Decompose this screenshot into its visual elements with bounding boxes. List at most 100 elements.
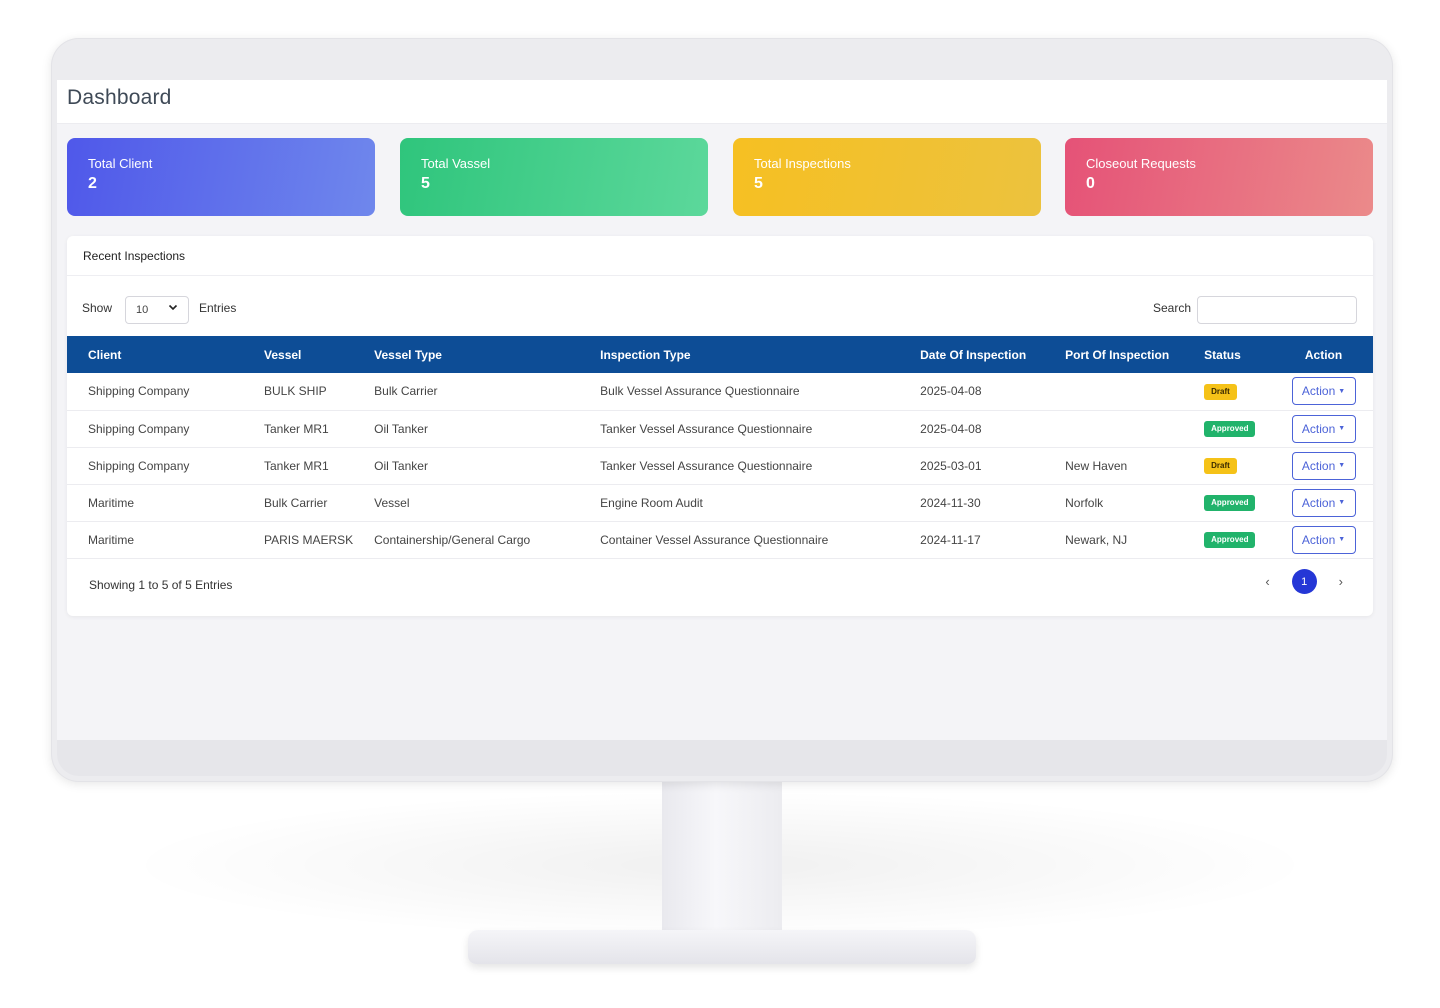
panel-title: Recent Inspections bbox=[67, 236, 1373, 276]
cell-action: Action ▼ bbox=[1274, 484, 1373, 521]
stat-card-closeout-requests[interactable]: Closeout Requests 0 bbox=[1065, 138, 1373, 216]
cell-date: 2025-04-08 bbox=[920, 384, 982, 399]
cell-action: Action ▼ bbox=[1274, 521, 1373, 558]
stat-value: 2 bbox=[88, 175, 97, 192]
stat-value: 5 bbox=[754, 175, 763, 192]
page-button-current[interactable]: 1 bbox=[1291, 569, 1317, 594]
caret-down-icon: ▼ bbox=[1338, 536, 1346, 543]
cell-port bbox=[1044, 373, 1183, 410]
search-input[interactable] bbox=[1197, 296, 1357, 324]
cell-date: 2024-11-17 bbox=[920, 532, 981, 547]
cell-inspection-type: Tanker Vessel Assurance Questionnaire bbox=[600, 458, 813, 473]
column-header-date[interactable]: Date Of Inspection bbox=[899, 336, 1044, 373]
caret-down-icon: ▼ bbox=[1338, 499, 1346, 506]
cell-vessel: PARIS MAERSK bbox=[264, 532, 354, 547]
cell-date: 2025-03-01 bbox=[920, 458, 982, 473]
entries-select-value: 10 bbox=[136, 304, 149, 316]
cell-client: Shipping Company bbox=[88, 421, 190, 436]
cell-date: 2024-11-30 bbox=[920, 495, 981, 510]
chevron-right-icon[interactable]: › bbox=[1339, 574, 1343, 589]
stat-card-total-inspections[interactable]: Total Inspections 5 bbox=[733, 138, 1041, 216]
cell-port: Norfolk bbox=[1065, 495, 1104, 510]
action-label: Action bbox=[1301, 384, 1336, 399]
search-label: Search bbox=[1152, 301, 1191, 315]
column-header-port[interactable]: Port Of Inspection bbox=[1044, 336, 1183, 373]
inspections-table: Client Vessel Vessel Type Inspection Typ… bbox=[67, 336, 1373, 559]
status-badge: Draft bbox=[1204, 458, 1237, 474]
status-badge: Approved bbox=[1204, 421, 1256, 437]
pagination-info: Showing 1 to 5 of 5 Entries bbox=[89, 578, 233, 592]
cell-vessel: Tanker MR1 bbox=[264, 421, 329, 436]
stat-value: 0 bbox=[1086, 175, 1095, 192]
page-header: Dashboard bbox=[57, 80, 1387, 124]
caret-down-icon: ▼ bbox=[1338, 462, 1346, 469]
stat-label: Total Inspections bbox=[754, 156, 851, 171]
action-label: Action bbox=[1301, 495, 1336, 510]
cell-client: Maritime bbox=[88, 532, 135, 547]
status-badge: Approved bbox=[1204, 532, 1256, 548]
table-row: Shipping Company Tanker MR1 Oil Tanker T… bbox=[67, 410, 1373, 447]
cell-port bbox=[1044, 410, 1183, 447]
cell-action: Action ▼ bbox=[1274, 373, 1373, 410]
cell-vessel: Tanker MR1 bbox=[264, 458, 329, 473]
column-header-client[interactable]: Client bbox=[67, 336, 243, 373]
cell-vessel: Bulk Carrier bbox=[264, 495, 328, 510]
cell-vessel-type: Containership/General Cargo bbox=[374, 532, 531, 547]
caret-down-icon: ▼ bbox=[1338, 425, 1346, 432]
monitor-chin bbox=[57, 740, 1387, 776]
action-dropdown-button[interactable]: Action ▼ bbox=[1291, 451, 1356, 480]
entries-per-page-select[interactable]: 10 bbox=[125, 296, 189, 324]
stat-card-total-client[interactable]: Total Client 2 bbox=[67, 138, 375, 216]
action-dropdown-button[interactable]: Action ▼ bbox=[1291, 414, 1356, 443]
cell-status: Draft bbox=[1183, 373, 1274, 410]
pagination: ‹ 1 › bbox=[1265, 569, 1343, 594]
status-badge: Draft bbox=[1204, 383, 1237, 400]
page-title: Dashboard bbox=[67, 86, 172, 109]
stat-label: Total Client bbox=[88, 156, 153, 171]
cell-vessel-type: Oil Tanker bbox=[374, 458, 428, 473]
column-header-status[interactable]: Status bbox=[1183, 336, 1274, 373]
chevron-left-icon[interactable]: ‹ bbox=[1265, 574, 1269, 589]
monitor-frame: Dashboard Total Client 2 Total Vassel 5 … bbox=[51, 38, 1393, 782]
cell-status: Approved bbox=[1183, 521, 1274, 558]
action-label: Action bbox=[1301, 458, 1336, 473]
cell-inspection-type: Tanker Vessel Assurance Questionnaire bbox=[600, 421, 813, 436]
cell-inspection-type: Container Vessel Assurance Questionnaire bbox=[600, 532, 829, 547]
cell-client: Shipping Company bbox=[88, 458, 190, 473]
action-dropdown-button[interactable]: Action ▼ bbox=[1291, 525, 1356, 554]
cell-client: Maritime bbox=[88, 495, 135, 510]
monitor-stand-neck bbox=[662, 782, 782, 944]
cell-action: Action ▼ bbox=[1274, 410, 1373, 447]
column-header-vessel-type[interactable]: Vessel Type bbox=[353, 336, 579, 373]
cell-action: Action ▼ bbox=[1274, 447, 1373, 484]
recent-inspections-panel: Recent Inspections Show 10 Entries Searc… bbox=[67, 236, 1373, 616]
cell-status: Approved bbox=[1183, 484, 1274, 521]
cell-status: Draft bbox=[1183, 447, 1274, 484]
cell-client: Shipping Company bbox=[88, 384, 190, 399]
column-header-vessel[interactable]: Vessel bbox=[243, 336, 353, 373]
cell-vessel-type: Oil Tanker bbox=[374, 421, 428, 436]
cell-inspection-type: Engine Room Audit bbox=[600, 495, 703, 510]
cell-vessel: BULK SHIP bbox=[264, 384, 327, 399]
table-row: Shipping Company BULK SHIP Bulk Carrier … bbox=[67, 373, 1373, 410]
action-dropdown-button[interactable]: Action ▼ bbox=[1291, 488, 1356, 517]
status-badge: Approved bbox=[1204, 495, 1256, 511]
caret-down-icon: ▼ bbox=[1338, 387, 1346, 395]
stat-label: Total Vassel bbox=[421, 156, 491, 171]
monitor-stand-base bbox=[468, 930, 976, 964]
screen: Dashboard Total Client 2 Total Vassel 5 … bbox=[57, 80, 1387, 740]
stat-value: 5 bbox=[421, 175, 430, 192]
cell-vessel-type: Bulk Carrier bbox=[374, 384, 438, 399]
table-row: Maritime PARIS MAERSK Containership/Gene… bbox=[67, 521, 1373, 558]
action-dropdown-button[interactable]: Action ▼ bbox=[1291, 377, 1356, 406]
stat-card-total-vessel[interactable]: Total Vassel 5 bbox=[400, 138, 708, 216]
column-header-inspection-type[interactable]: Inspection Type bbox=[579, 336, 899, 373]
cell-vessel-type: Vessel bbox=[374, 495, 410, 510]
table-row: Maritime Bulk Carrier Vessel Engine Room… bbox=[67, 484, 1373, 521]
table-toolbar: Show 10 Entries Search bbox=[67, 276, 1373, 336]
cell-inspection-type: Bulk Vessel Assurance Questionnaire bbox=[600, 384, 800, 399]
cell-port: Newark, NJ bbox=[1065, 532, 1128, 547]
action-label: Action bbox=[1301, 421, 1336, 436]
table-header-row: Client Vessel Vessel Type Inspection Typ… bbox=[67, 336, 1373, 373]
entries-label: Entries bbox=[199, 301, 237, 315]
